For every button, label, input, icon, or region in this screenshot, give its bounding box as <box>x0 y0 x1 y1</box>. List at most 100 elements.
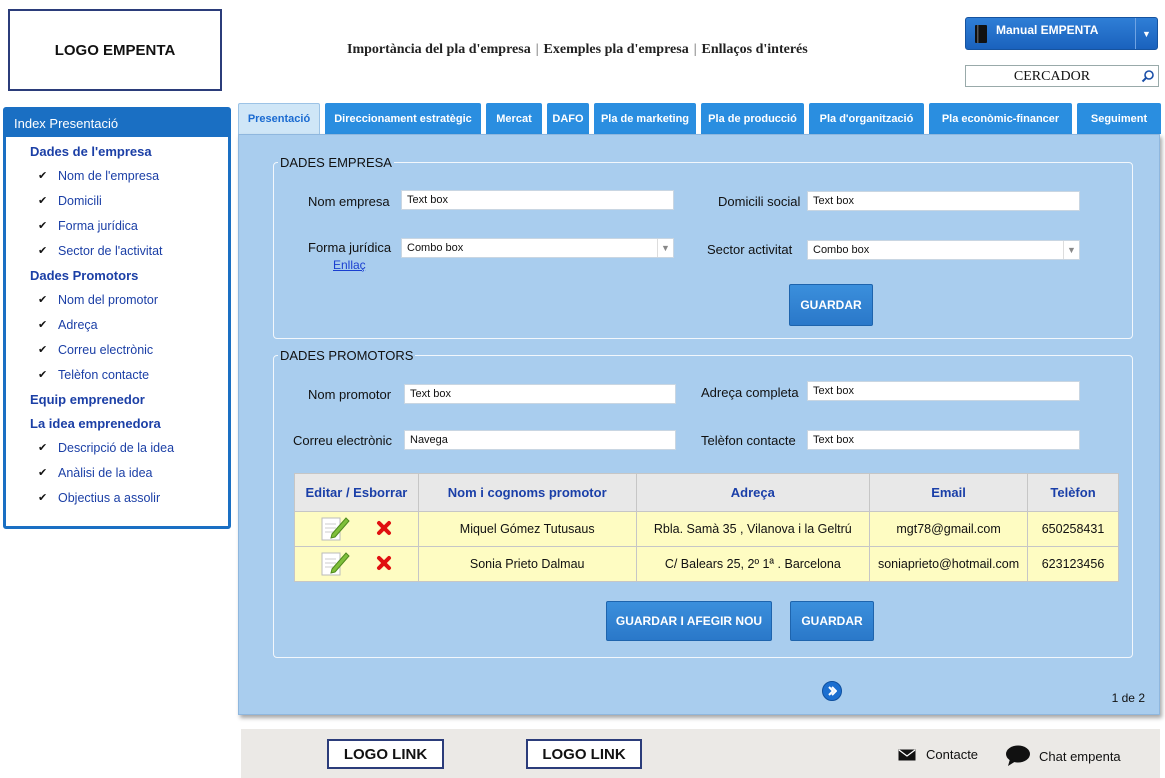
sidebar-item-label: Objectius a assolir <box>58 491 161 505</box>
tab-pla-produccio[interactable]: Pla de producció <box>701 103 804 134</box>
telefon-field[interactable]: Text box <box>807 430 1080 450</box>
tab-seguiment[interactable]: Seguiment <box>1077 103 1161 134</box>
tab-presentacio[interactable]: Presentació <box>238 103 320 134</box>
sidebar-item-nom-empresa[interactable]: ✔ Nom de l'empresa <box>6 164 228 189</box>
footer: LOGO LINK LOGO LINK Contacte Chat empent… <box>241 729 1160 778</box>
nav-link-enllacos[interactable]: Enllaços d'interés <box>702 42 808 58</box>
sector-select[interactable]: Combo box ▼ <box>807 240 1080 260</box>
dades-empresa-legend: DADES EMPRESA <box>280 155 392 170</box>
nom-empresa-field[interactable]: Text box <box>401 190 674 210</box>
top-navigation: Importància del pla d'empresa | Exemples… <box>347 42 808 58</box>
chevron-down-icon[interactable]: ▼ <box>1063 241 1079 259</box>
column-header-adreca: Adreça <box>635 473 871 512</box>
table-row: Miquel Gómez Tutusaus Rbla. Samà 35 , Vi… <box>294 511 1119 547</box>
guardar-empresa-button[interactable]: GUARDAR <box>789 284 873 326</box>
domicili-label: Domicili social <box>718 194 801 209</box>
delete-icon[interactable] <box>376 520 392 539</box>
forma-juridica-label: Forma jurídica <box>308 240 392 255</box>
nom-empresa-label: Nom empresa <box>308 194 390 209</box>
telefon-label: Telèfon contacte <box>701 433 796 448</box>
manual-button-label: Manual EMPENTA <box>996 22 1099 37</box>
logo-empenta[interactable]: LOGO EMPENTA <box>8 9 222 91</box>
sidebar-section-dades-promotors[interactable]: Dades Promotors <box>6 264 228 288</box>
nav-separator: | <box>693 42 697 57</box>
cell-email: soniaprieto@hotmail.com <box>869 546 1029 582</box>
sidebar-section-dades-empresa[interactable]: Dades de l'empresa <box>6 140 228 164</box>
cell-nom: Miquel Gómez Tutusaus <box>417 511 637 547</box>
check-icon: ✔ <box>38 220 48 232</box>
adreca-field[interactable]: Text box <box>807 381 1080 401</box>
promotors-table: Editar / Esborrar Nom i cognoms promotor… <box>294 473 1119 582</box>
sidebar-item-analisi[interactable]: ✔ Anàlisi de la idea <box>6 461 228 486</box>
check-icon: ✔ <box>38 492 48 504</box>
contact-link[interactable]: Contacte <box>898 747 978 762</box>
domicili-field[interactable]: Text box <box>807 191 1080 211</box>
correu-field[interactable]: Navega <box>404 430 676 450</box>
nav-link-exemples[interactable]: Exemples pla d'empresa <box>544 42 689 58</box>
book-icon <box>974 24 988 44</box>
search-input[interactable]: CERCADOR <box>966 67 1138 85</box>
check-icon: ✔ <box>38 344 48 356</box>
tab-pla-economic[interactable]: Pla econòmic-financer <box>929 103 1072 134</box>
edit-delete-cell <box>294 546 419 582</box>
check-icon: ✔ <box>38 369 48 381</box>
column-header-nom: Nom i cognoms promotor <box>417 473 637 512</box>
nom-promotor-field[interactable]: Text box <box>404 384 676 404</box>
edit-pencil-icon[interactable] <box>320 549 351 580</box>
sidebar-item-correu[interactable]: ✔ Correu electrònic <box>6 338 228 363</box>
check-icon: ✔ <box>38 195 48 207</box>
forma-juridica-select[interactable]: Combo box ▼ <box>401 238 674 258</box>
nav-link-importancia[interactable]: Importància del pla d'empresa <box>347 42 531 58</box>
sidebar-item-sector[interactable]: ✔ Sector de l'activitat <box>6 239 228 264</box>
sidebar-section-equip-emprenedor[interactable]: Equip emprenedor <box>6 388 228 412</box>
check-icon: ✔ <box>38 170 48 182</box>
sidebar-item-forma-juridica[interactable]: ✔ Forma jurídica <box>6 214 228 239</box>
chevron-down-icon[interactable]: ▼ <box>1135 18 1157 49</box>
sidebar-item-label: Adreça <box>58 318 98 332</box>
sidebar-item-label: Forma jurídica <box>58 219 138 233</box>
edit-pencil-icon[interactable] <box>320 514 351 545</box>
forma-juridica-link[interactable]: Enllaç <box>333 258 366 272</box>
tab-mercat[interactable]: Mercat <box>486 103 542 134</box>
next-page-icon[interactable] <box>822 681 842 701</box>
nom-promotor-label: Nom promotor <box>308 387 392 402</box>
adreca-label: Adreça completa <box>701 385 799 400</box>
presentacio-panel: DADES EMPRESA Nom empresa Text box Domic… <box>238 134 1160 715</box>
column-header-telefon: Telèfon <box>1027 473 1119 512</box>
sidebar-section-idea-emprenedora[interactable]: La idea emprenedora <box>6 412 228 436</box>
guardar-afegir-nou-button[interactable]: GUARDAR I AFEGIR NOU <box>606 601 772 641</box>
sidebar-item-telefon[interactable]: ✔ Telèfon contacte <box>6 363 228 388</box>
sidebar-item-label: Descripció de la idea <box>58 441 175 455</box>
footer-logo-link-1[interactable]: LOGO LINK <box>327 739 444 769</box>
tab-pla-organitzacio[interactable]: Pla d'organització <box>809 103 924 134</box>
sidebar-item-descripcio[interactable]: ✔ Descripció de la idea <box>6 436 228 461</box>
cell-adreca: C/ Balears 25, 2º 1ª . Barcelona <box>635 546 871 582</box>
chat-bubble-icon <box>1005 745 1031 767</box>
delete-icon[interactable] <box>376 555 392 574</box>
manual-empenta-button[interactable]: Manual EMPENTA ▼ <box>965 17 1158 50</box>
sector-label: Sector activitat <box>707 242 793 257</box>
tab-dafo[interactable]: DAFO <box>547 103 589 134</box>
guardar-promotors-button[interactable]: GUARDAR <box>790 601 874 641</box>
cell-telefon: 650258431 <box>1027 511 1119 547</box>
envelope-icon <box>898 749 916 761</box>
sidebar-item-label: Nom del promotor <box>58 293 159 307</box>
page-indicator: 1 de 2 <box>1111 691 1145 705</box>
chat-link[interactable]: Chat empenta <box>1005 745 1121 767</box>
sidebar-item-adreca[interactable]: ✔ Adreça <box>6 313 228 338</box>
sidebar-item-domicili[interactable]: ✔ Domicili <box>6 189 228 214</box>
check-icon: ✔ <box>38 467 48 479</box>
chevron-down-icon[interactable]: ▼ <box>657 239 673 257</box>
sidebar-item-objectius[interactable]: ✔ Objectius a assolir <box>6 486 228 511</box>
check-icon: ✔ <box>38 245 48 257</box>
search-icon[interactable] <box>1138 66 1158 86</box>
sidebar-item-nom-promotor[interactable]: ✔ Nom del promotor <box>6 288 228 313</box>
sidebar-item-label: Anàlisi de la idea <box>58 466 153 480</box>
tab-direccionament[interactable]: Direccionament estratègic <box>325 103 481 134</box>
tab-pla-marketing[interactable]: Pla de marketing <box>594 103 696 134</box>
sidebar-item-label: Correu electrònic <box>58 343 154 357</box>
footer-logo-link-2[interactable]: LOGO LINK <box>526 739 642 769</box>
chat-label: Chat empenta <box>1039 748 1121 764</box>
cell-adreca: Rbla. Samà 35 , Vilanova i la Geltrú <box>635 511 871 547</box>
search-box[interactable]: CERCADOR <box>965 65 1159 87</box>
